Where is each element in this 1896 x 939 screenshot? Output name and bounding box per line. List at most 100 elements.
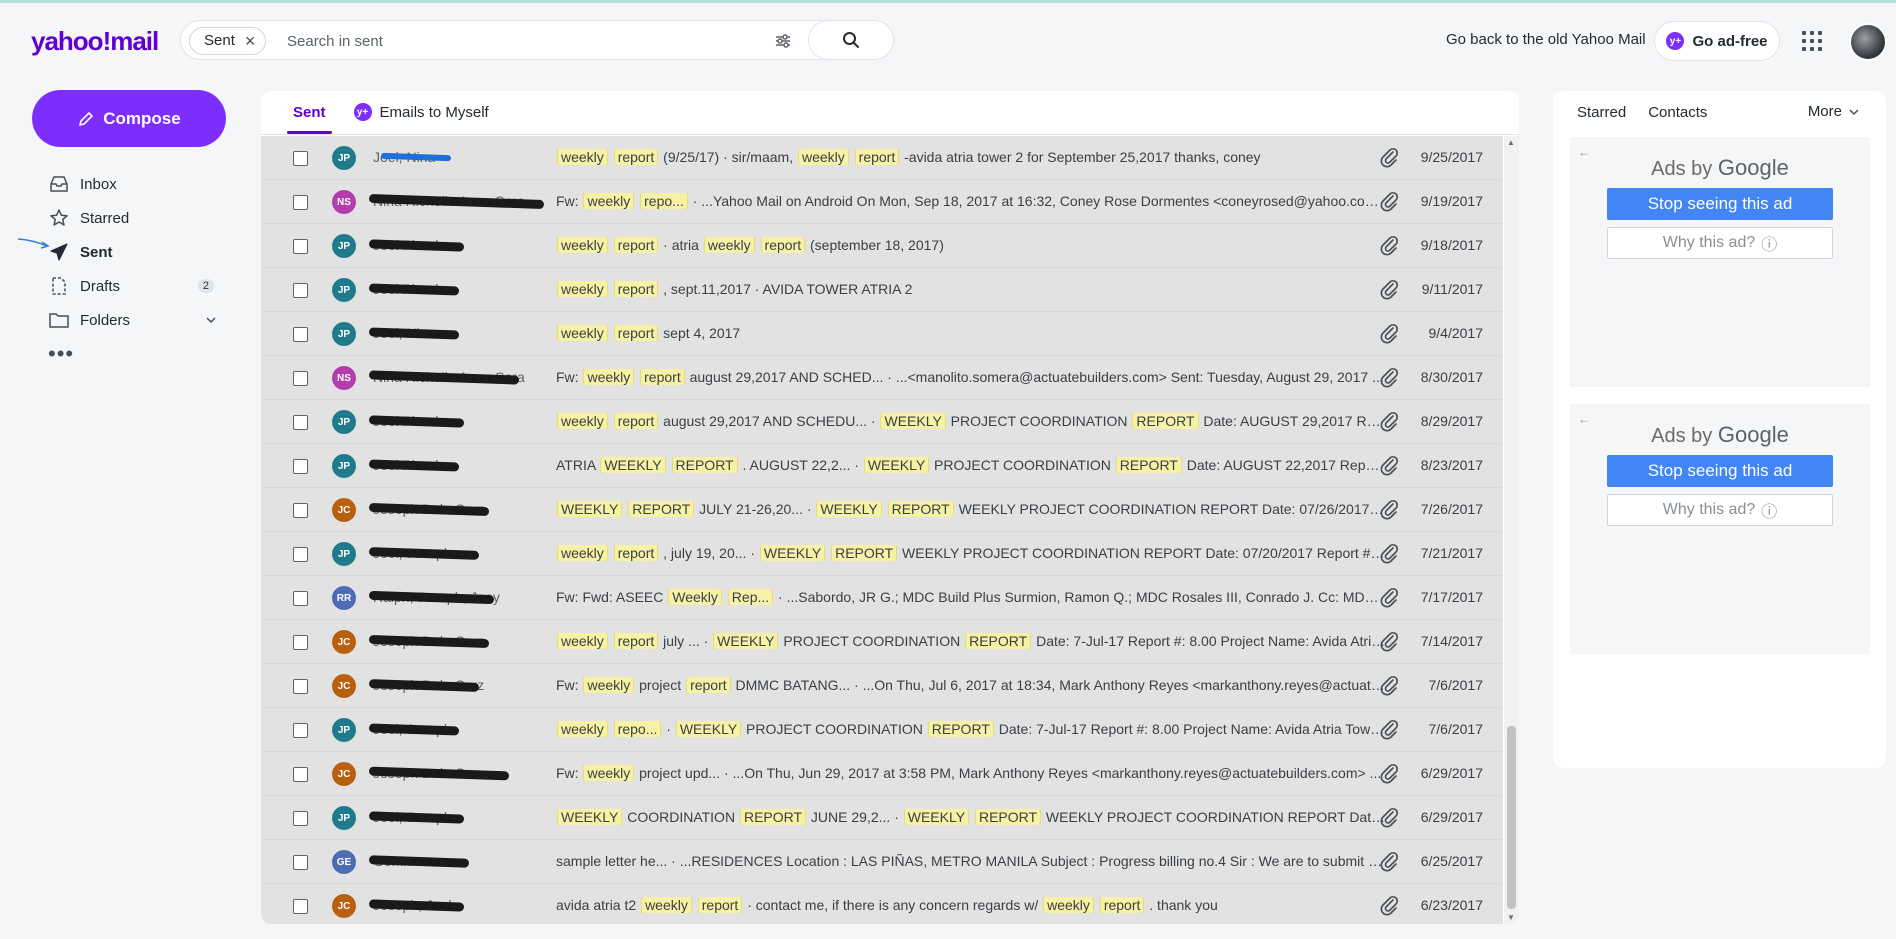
message-preview: weekly report august 29,2017 AND SCHEDU.… [556,413,1386,429]
row-checkbox[interactable] [293,371,308,386]
go-ad-free-button[interactable]: y+ Go ad-free [1654,21,1780,61]
search-highlight: report [854,149,900,165]
row-checkbox[interactable] [293,283,308,298]
row-checkbox[interactable] [293,591,308,606]
search-highlight: weekly [641,897,692,913]
email-row[interactable]: NSNina Richelle Anne SoraFw: weekly repo… [261,356,1503,400]
row-checkbox[interactable] [293,635,308,650]
sent-date: 9/19/2017 [1420,193,1483,209]
old-yahoo-mail-link[interactable]: Go back to the old Yahoo Mail [1446,31,1646,48]
sidebar-more-button[interactable]: ••• [48,337,218,371]
ads-by-google: Ads by Google [1651,422,1789,447]
search-folder-chip[interactable]: Sent × [189,27,267,55]
row-checkbox[interactable] [293,767,308,782]
tab-contacts[interactable]: Contacts [1648,104,1707,121]
tab-starred[interactable]: Starred [1577,104,1626,121]
scrollbar[interactable]: ▲ ▼ [1504,136,1519,924]
preview-text [609,325,613,341]
search-highlight: report [613,281,659,297]
email-row[interactable]: JPJoel, Josephweekly report , july 19, 2… [261,532,1503,576]
filter-icon[interactable] [773,31,793,51]
message-preview: avida atria t2 weekly report · contact m… [556,897,1386,913]
email-row[interactable]: RRRalph, Joseph, JoeyFw: Fwd: ASEEC Week… [261,576,1503,620]
message-preview: weekly repo... · WEEKLY PROJECT COORDINA… [556,721,1386,737]
email-row[interactable]: JCJoseph Dela CruzWEEKLY REPORT JULY 21-… [261,488,1503,532]
search-highlight: Weekly [668,589,722,605]
sender-avatar: JP [332,542,356,566]
profile-avatar[interactable] [1849,23,1887,61]
email-row[interactable]: JPJoel Pinedaweekly report , sept.11,201… [261,268,1503,312]
row-checkbox[interactable] [293,547,308,562]
email-row[interactable]: NSNina Richelle Anne SoraFw: weekly repo… [261,180,1503,224]
scroll-up-arrow-icon[interactable]: ▲ [1507,138,1515,147]
email-row[interactable]: GEGemmasample letter he... · ...RESIDENC… [261,840,1503,884]
search-highlight: WEEKLY [557,809,623,825]
compose-button[interactable]: Compose [32,90,226,147]
pencil-icon [79,111,94,126]
stop-seeing-ad-button[interactable]: Stop seeing this ad [1607,188,1833,220]
sender-avatar: GE [332,850,356,874]
row-checkbox[interactable] [293,151,308,166]
row-checkbox[interactable] [293,723,308,738]
sidebar-item-label: Sent [80,243,113,261]
row-checkbox[interactable] [293,239,308,254]
row-checkbox[interactable] [293,195,308,210]
message-preview: weekly report sept 4, 2017 [556,325,1386,341]
scrollbar-thumb[interactable] [1507,726,1516,909]
email-row[interactable]: JPJoel, Ninaweekly report sept 4, 20179/… [261,312,1503,356]
stop-seeing-ad-button[interactable]: Stop seeing this ad [1607,455,1833,487]
preview-text: sample letter he... · ...RESIDENCES Loca… [556,853,1386,869]
sidebar-item-drafts[interactable]: Drafts 2 [48,269,218,303]
sender-avatar: JP [332,454,356,478]
tab-emails-to-myself[interactable]: y+ Emails to Myself [352,91,491,134]
search-button[interactable] [808,20,894,60]
yahoo-mail-logo[interactable]: yahoo!mail [31,26,159,57]
email-row[interactable]: JPJoel, Josephweekly repo... · WEEKLY PR… [261,708,1503,752]
sent-date: 8/29/2017 [1420,413,1483,429]
scroll-down-arrow-icon[interactable]: ▼ [1507,913,1515,922]
sidebar-item-inbox[interactable]: Inbox [48,167,218,201]
close-icon[interactable]: × [245,28,256,54]
apps-grid-icon[interactable] [1802,31,1822,51]
email-row[interactable]: JPJoel Pinedaweekly report · atria weekl… [261,224,1503,268]
search-input[interactable] [287,30,647,52]
sidebar-item-starred[interactable]: Starred [48,201,218,235]
row-checkbox[interactable] [293,855,308,870]
why-this-ad-button[interactable]: Why this ad? ⓘ [1607,227,1833,259]
email-row[interactable]: JPJoel, JosephWEEKLY COORDINATION REPORT… [261,796,1503,840]
preview-text [609,237,613,253]
row-checkbox[interactable] [293,899,308,914]
tab-sent[interactable]: Sent [287,91,331,134]
more-dropdown[interactable]: More [1808,103,1860,120]
chevron-down-icon [1849,108,1859,115]
email-row[interactable]: JCJoseph Dela CruzFw: weekly project rep… [261,664,1503,708]
row-checkbox[interactable] [293,459,308,474]
drafts-icon [48,275,70,297]
email-row[interactable]: JPJoel, Ninaweekly report (9/25/17) · si… [261,136,1503,180]
message-preview: WEEKLY REPORT JULY 21-26,20... · WEEKLY … [556,501,1386,517]
email-row[interactable]: JPJoel Pinedaweekly report august 29,201… [261,400,1503,444]
email-row[interactable]: JCJoseph Dela CruzFw: weekly project upd… [261,752,1503,796]
preview-text [667,457,671,473]
row-checkbox[interactable] [293,415,308,430]
message-preview: sample letter he... · ...RESIDENCES Loca… [556,853,1386,869]
chevron-down-icon[interactable] [204,313,218,327]
attachment-icon [1380,323,1399,344]
row-checkbox[interactable] [293,811,308,826]
preview-text: project upd... · ...On Thu, Jun 29, 2017… [635,765,1382,781]
sent-date: 9/4/2017 [1428,325,1484,341]
email-row[interactable]: JCJoseph, Joelavida atria t2 weekly repo… [261,884,1503,924]
why-this-ad-button[interactable]: Why this ad? ⓘ [1607,494,1833,526]
sidebar-item-sent[interactable]: Sent [48,235,218,269]
preview-text: . AUGUST 22,2... · [738,457,863,473]
tab-label: Emails to Myself [379,103,489,121]
sender-avatar: JP [332,278,356,302]
row-checkbox[interactable] [293,503,308,518]
email-row[interactable]: JCJoseph Dela Cruzweekly report july ...… [261,620,1503,664]
sent-date: 6/29/2017 [1420,765,1483,781]
preview-text: july ... · [659,633,713,649]
row-checkbox[interactable] [293,679,308,694]
row-checkbox[interactable] [293,327,308,342]
sidebar-item-folders[interactable]: Folders [48,303,218,337]
email-row[interactable]: JPJoel PinedaATRIA WEEKLY REPORT . AUGUS… [261,444,1503,488]
